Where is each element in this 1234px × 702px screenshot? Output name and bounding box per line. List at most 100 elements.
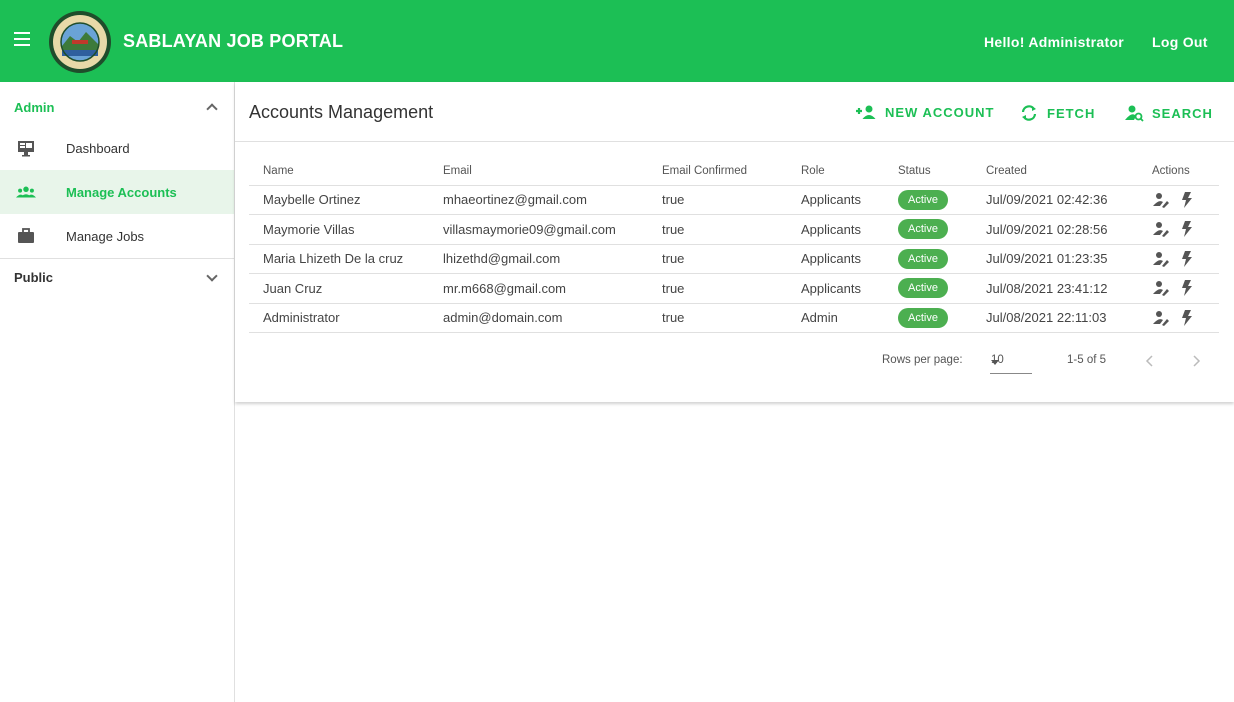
cell-actions [1138, 273, 1219, 304]
status-badge: Active [898, 219, 948, 240]
monitor-icon [16, 138, 36, 158]
sidebar-item-label: Dashboard [66, 140, 130, 156]
cell-name: Juan Cruz [249, 273, 429, 304]
sidebar-group-admin[interactable]: Admin [0, 82, 234, 132]
lightning-icon[interactable] [1180, 250, 1198, 268]
cell-created: Jul/08/2021 23:41:12 [972, 273, 1138, 304]
rows-per-page-label: Rows per page: [882, 354, 963, 366]
refresh-icon [1021, 105, 1037, 121]
lightning-icon[interactable] [1180, 191, 1198, 209]
cell-status: Active [884, 185, 972, 215]
table-row: Maymorie Villas villasmaymorie09@gmail.co… [249, 214, 1219, 245]
sidebar-item-label: Manage Accounts [66, 184, 177, 200]
dropdown-arrow-icon [991, 360, 999, 365]
cell-role: Applicants [787, 214, 884, 245]
column-header-created[interactable]: Created [972, 158, 1138, 186]
user-greeting: Hello! Administrator [984, 34, 1125, 50]
cell-created: Jul/09/2021 02:42:36 [972, 185, 1138, 215]
cell-created: Jul/08/2021 22:11:03 [972, 303, 1138, 333]
accounts-card: Accounts Management NEW ACCOUNT FETCH SE… [235, 82, 1234, 402]
cell-role: Applicants [787, 273, 884, 304]
cell-name: Maybelle Ortinez [249, 185, 429, 215]
table-body: Maybelle Ortinez mhaeortinez@gmail.com tru… [249, 185, 1219, 333]
column-header-status[interactable]: Status [884, 158, 972, 186]
pagination: Rows per page: 10 1-5 of 5 [235, 346, 1234, 378]
cell-role: Applicants [787, 185, 884, 215]
column-header-actions: Actions [1138, 158, 1219, 186]
lightning-icon[interactable] [1180, 309, 1198, 327]
card-toolbar: Accounts Management NEW ACCOUNT FETCH SE… [235, 82, 1234, 142]
chevron-up-icon [206, 103, 218, 115]
sidebar-group-label: Admin [14, 99, 55, 115]
cell-actions [1138, 214, 1219, 245]
edit-user-icon[interactable] [1152, 220, 1170, 238]
fetch-label: FETCH [1047, 105, 1096, 121]
accounts-table: Name Email Email Confirmed Role Status C… [249, 158, 1219, 333]
cell-email: mhaeortinez@gmail.com [429, 185, 648, 215]
cell-created: Jul/09/2021 02:28:56 [972, 214, 1138, 245]
search-button[interactable]: SEARCH [1124, 104, 1213, 122]
sidebar-item-label: Manage Jobs [66, 228, 145, 244]
prev-page-button[interactable] [1139, 350, 1161, 372]
column-header-email[interactable]: Email [429, 158, 648, 186]
sidebar-group-label: Public [14, 270, 54, 285]
sidebar-item-manage-accounts[interactable]: Manage Accounts [0, 170, 234, 214]
fetch-button[interactable]: FETCH [1019, 104, 1095, 122]
cell-email: mr.m668@gmail.com [429, 273, 648, 304]
logout-button[interactable]: Log Out [1152, 34, 1208, 50]
table-row: Administrator admin@domain.com true Admin Ac… [249, 303, 1219, 333]
cell-email-confirmed: true [648, 214, 787, 245]
cell-name: Maria Lhizeth De la cruz [249, 244, 429, 274]
new-account-label: NEW ACCOUNT [885, 104, 995, 120]
status-badge: Active [898, 248, 948, 269]
column-header-email-confirmed[interactable]: Email Confirmed [648, 158, 787, 186]
chevron-right-icon [1193, 355, 1201, 367]
municipal-seal-logo [49, 11, 111, 73]
menu-icon[interactable] [14, 32, 34, 48]
cell-email: lhizethd@gmail.com [429, 244, 648, 274]
people-icon [16, 182, 36, 202]
column-header-role[interactable]: Role [787, 158, 884, 186]
next-page-button[interactable] [1185, 350, 1207, 372]
cell-actions [1138, 303, 1219, 333]
sidebar-item-dashboard[interactable]: Dashboard [0, 126, 234, 170]
cell-email: villasmaymorie09@gmail.com [429, 214, 648, 245]
edit-user-icon[interactable] [1152, 250, 1170, 268]
column-header-name[interactable]: Name [249, 158, 429, 186]
page-range: 1-5 of 5 [1067, 354, 1106, 366]
cell-status: Active [884, 214, 972, 245]
cell-status: Active [884, 303, 972, 333]
app-bar: SABLAYAN JOB PORTAL Hello! Administrator… [0, 0, 1234, 82]
cell-status: Active [884, 273, 972, 304]
new-account-button[interactable]: NEW ACCOUNT [855, 104, 994, 120]
table-row: Juan Cruz mr.m668@gmail.com true Applicants… [249, 273, 1219, 304]
lightning-icon[interactable] [1180, 220, 1198, 238]
status-badge: Active [898, 307, 948, 328]
rows-per-page-select[interactable]: 10 [990, 348, 1032, 374]
cell-status: Active [884, 244, 972, 274]
sidebar-item-manage-jobs[interactable]: Manage Jobs [0, 214, 234, 258]
briefcase-icon [16, 226, 36, 246]
edit-user-icon[interactable] [1152, 191, 1170, 209]
table-row: Maybelle Ortinez mhaeortinez@gmail.com tru… [249, 185, 1219, 215]
sidebar-group-public[interactable]: Public [0, 258, 234, 296]
table-header-row: Name Email Email Confirmed Role Status C… [249, 158, 1219, 186]
sidebar: Admin Dashboard Manage Accounts Manage J… [0, 82, 235, 702]
app-title: SABLAYAN JOB PORTAL [123, 31, 344, 51]
cell-actions [1138, 185, 1219, 215]
cell-email: admin@domain.com [429, 303, 648, 333]
page-title: Accounts Management [249, 102, 434, 122]
status-badge: Active [898, 278, 948, 299]
chevron-left-icon [1145, 355, 1153, 367]
lightning-icon[interactable] [1180, 279, 1198, 297]
search-label: SEARCH [1152, 105, 1213, 121]
cell-role: Applicants [787, 244, 884, 274]
edit-user-icon[interactable] [1152, 309, 1170, 327]
cell-role: Admin [787, 303, 884, 333]
table-row: Maria Lhizeth De la cruz lhizethd@gmail.c… [249, 244, 1219, 274]
cell-name: Maymorie Villas [249, 214, 429, 245]
cell-email-confirmed: true [648, 185, 787, 215]
cell-email-confirmed: true [648, 273, 787, 304]
edit-user-icon[interactable] [1152, 279, 1170, 297]
cell-created: Jul/09/2021 01:23:35 [972, 244, 1138, 274]
